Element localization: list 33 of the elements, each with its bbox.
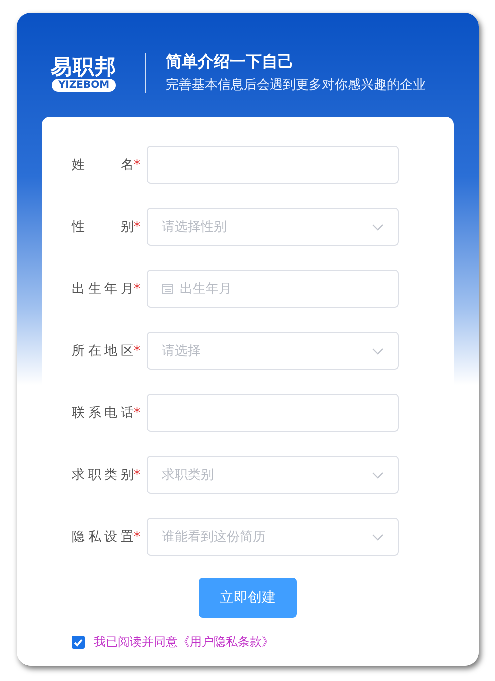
required-mark: * bbox=[134, 158, 142, 172]
required-mark: * bbox=[134, 530, 142, 544]
field-label: 联系电话 bbox=[72, 405, 134, 422]
date-field[interactable]: 出生年月 bbox=[147, 270, 399, 308]
field-label: 性别 bbox=[72, 219, 134, 236]
logo-text: 易职邦 bbox=[51, 54, 117, 78]
logo-tag: YIZEBOM bbox=[52, 78, 116, 92]
chevron-down-icon bbox=[372, 348, 384, 354]
required-mark: * bbox=[134, 282, 142, 296]
agreement-text[interactable]: 我已阅读并同意《用户隐私条款》 bbox=[94, 634, 274, 651]
select-field[interactable]: 请选择 bbox=[147, 332, 399, 370]
calendar-icon bbox=[162, 283, 174, 295]
chevron-down-icon bbox=[372, 224, 384, 230]
header-title: 简单介绍一下自己 bbox=[166, 52, 295, 73]
field-label: 求职类别 bbox=[72, 467, 134, 484]
field-label: 所在地区 bbox=[72, 343, 134, 360]
select-field[interactable]: 请选择性别 bbox=[147, 208, 399, 246]
required-mark: * bbox=[134, 468, 142, 482]
header-subtitle: 完善基本信息后会遇到更多对你感兴趣的企业 bbox=[166, 77, 426, 94]
input-field[interactable] bbox=[147, 394, 399, 432]
select-field[interactable]: 谁能看到这份简历 bbox=[147, 518, 399, 556]
chevron-down-icon bbox=[372, 534, 384, 540]
required-mark: * bbox=[134, 344, 142, 358]
select-field[interactable]: 求职类别 bbox=[147, 456, 399, 494]
create-button[interactable]: 立即创建 bbox=[199, 578, 297, 618]
field-label: 姓名 bbox=[72, 157, 134, 174]
chevron-down-icon bbox=[372, 472, 384, 478]
field-label: 隐私设置 bbox=[72, 529, 134, 546]
input-field[interactable] bbox=[147, 146, 399, 184]
agreement-checkbox[interactable] bbox=[72, 636, 85, 649]
required-mark: * bbox=[134, 220, 142, 234]
field-label: 出生年月 bbox=[72, 281, 134, 298]
required-mark: * bbox=[134, 406, 142, 420]
